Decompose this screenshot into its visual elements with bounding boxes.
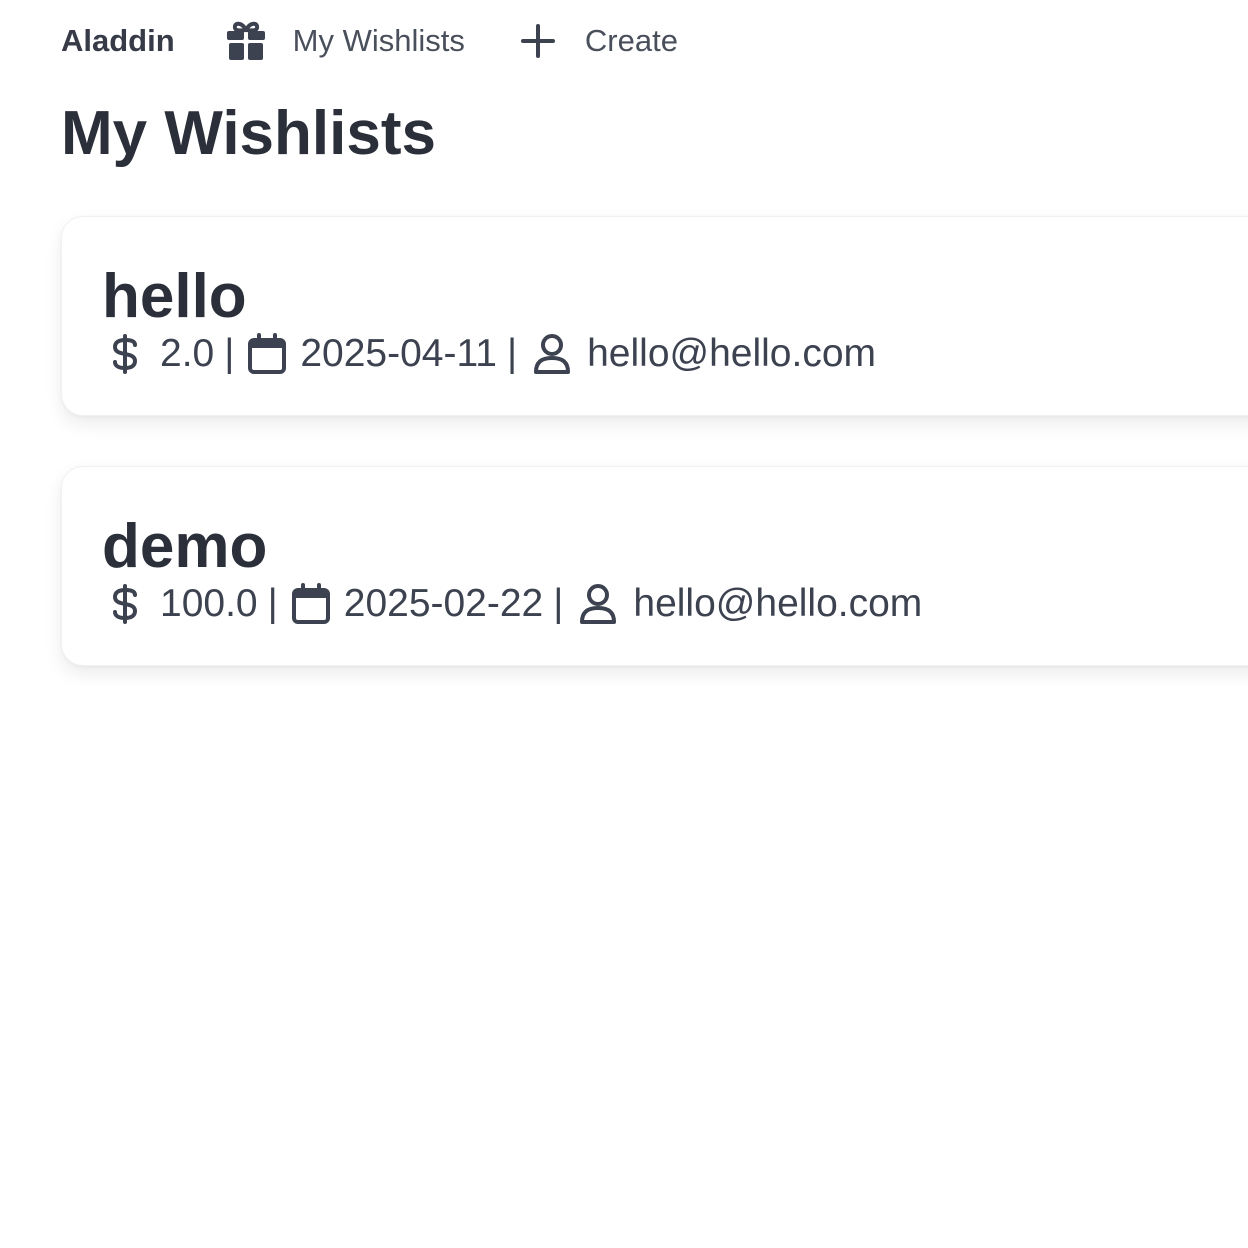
gift-icon: [225, 20, 267, 62]
meta-separator: |: [267, 582, 278, 625]
nav-create-link[interactable]: Create: [517, 20, 678, 62]
wishlist-date: 2025-02-22: [343, 582, 544, 625]
wishlist-card[interactable]: hello 2.0 | 2025-04-11 | hello@hello.com: [61, 216, 1248, 416]
nav-create-label: Create: [584, 23, 678, 58]
brand-logo-link[interactable]: Aladdin: [61, 23, 175, 59]
wishlist-date: 2025-04-11: [300, 332, 497, 375]
meta-separator: |: [553, 582, 564, 625]
wishlist-meta: 2.0 | 2025-04-11 | hello@hello.com: [104, 331, 876, 377]
user-icon: [577, 583, 619, 625]
wishlist-owner: hello@hello.com: [633, 582, 923, 625]
dollar-icon: [104, 333, 146, 375]
calendar-icon: [290, 583, 332, 625]
calendar-icon: [246, 333, 288, 375]
nav-my-wishlists-link[interactable]: My Wishlists: [225, 20, 465, 62]
wishlist-owner: hello@hello.com: [587, 332, 877, 375]
meta-separator: |: [506, 332, 518, 375]
user-icon: [531, 333, 573, 375]
plus-icon: [517, 20, 559, 62]
wishlist-title: hello: [102, 262, 247, 331]
dollar-icon: [104, 583, 146, 625]
wishlist-amount: 2.0: [160, 332, 215, 375]
wishlist-card[interactable]: demo 100.0 | 2025-02-22 | hello@hello.co…: [61, 466, 1248, 666]
wishlist-title: demo: [102, 512, 268, 581]
meta-separator: |: [224, 332, 235, 375]
wishlist-amount: 100.0: [160, 582, 258, 625]
wishlist-meta: 100.0 | 2025-02-22 | hello@hello.com: [104, 581, 922, 627]
page-title: My Wishlists: [61, 99, 436, 168]
nav-my-wishlists-label: My Wishlists: [292, 23, 465, 58]
top-nav: Aladdin My Wishlists Create: [61, 18, 730, 64]
